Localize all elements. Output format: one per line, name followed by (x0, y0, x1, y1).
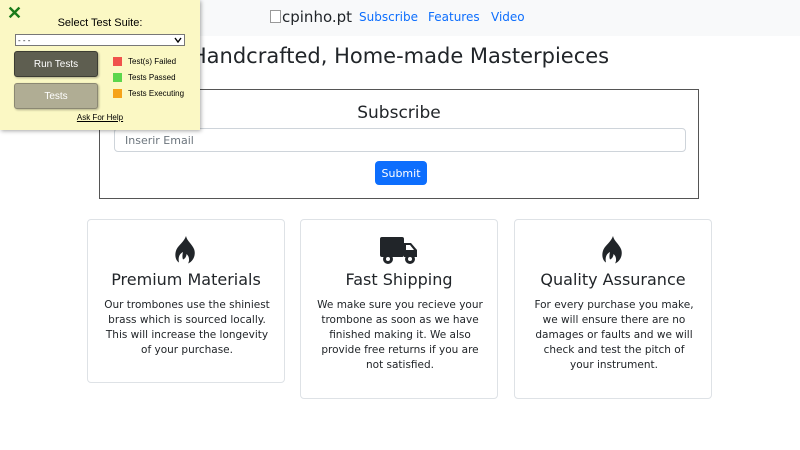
email-field[interactable] (114, 128, 686, 152)
passed-swatch (113, 73, 122, 82)
test-suite-select[interactable]: - - - (15, 34, 185, 46)
feature-title: Fast Shipping (345, 270, 453, 289)
failed-swatch (113, 57, 122, 66)
legend-label: Test(s) Failed (128, 57, 177, 66)
feature-description: We make sure you recieve your trombone a… (317, 299, 483, 371)
fire-icon (88, 235, 284, 265)
legend-executing: Tests Executing (113, 89, 184, 98)
feature-description: For every purchase you make, we will ens… (534, 299, 694, 371)
feature-description: Our trombones use the shiniest brass whi… (104, 299, 270, 356)
feature-card-premium-materials: Premium Materials Our trombones use the … (87, 219, 285, 383)
suite-selected-value: - - - (18, 35, 31, 45)
feature-title: Quality Assurance (540, 270, 686, 289)
broken-image-icon (270, 9, 281, 23)
brand-link[interactable]: cpinho.pt (270, 8, 352, 26)
chevron-down-icon (174, 37, 182, 43)
legend-label: Tests Executing (128, 89, 185, 98)
feature-title: Premium Materials (111, 270, 261, 289)
nav-link-subscribe[interactable]: Subscribe (359, 10, 418, 24)
truck-icon (301, 235, 497, 265)
nav-link-features[interactable]: Features (428, 10, 480, 24)
ask-for-help-link[interactable]: Ask For Help (0, 113, 200, 122)
suite-label: Select Test Suite: (57, 17, 143, 29)
nav-link-video[interactable]: Video (491, 10, 525, 24)
fire-icon (515, 235, 711, 265)
feature-card-fast-shipping: Fast Shipping We make sure you recieve y… (300, 219, 498, 399)
legend-passed: Tests Passed (113, 73, 176, 82)
tests-button[interactable]: Tests (14, 83, 98, 109)
submit-button[interactable]: Submit (375, 161, 427, 185)
legend-failed: Test(s) Failed (113, 57, 176, 66)
legend-label: Tests Passed (128, 73, 176, 82)
run-tests-button[interactable]: Run Tests (14, 51, 98, 77)
executing-swatch (113, 89, 122, 98)
headline-text: Handcrafted, Home-made Masterpieces (190, 44, 610, 68)
feature-card-quality-assurance: Quality Assurance For every purchase you… (514, 219, 712, 399)
brand-label: cpinho.pt (282, 8, 353, 26)
test-suite-panel: ✕ Select Test Suite: - - - Run Tests Tes… (0, 0, 200, 130)
